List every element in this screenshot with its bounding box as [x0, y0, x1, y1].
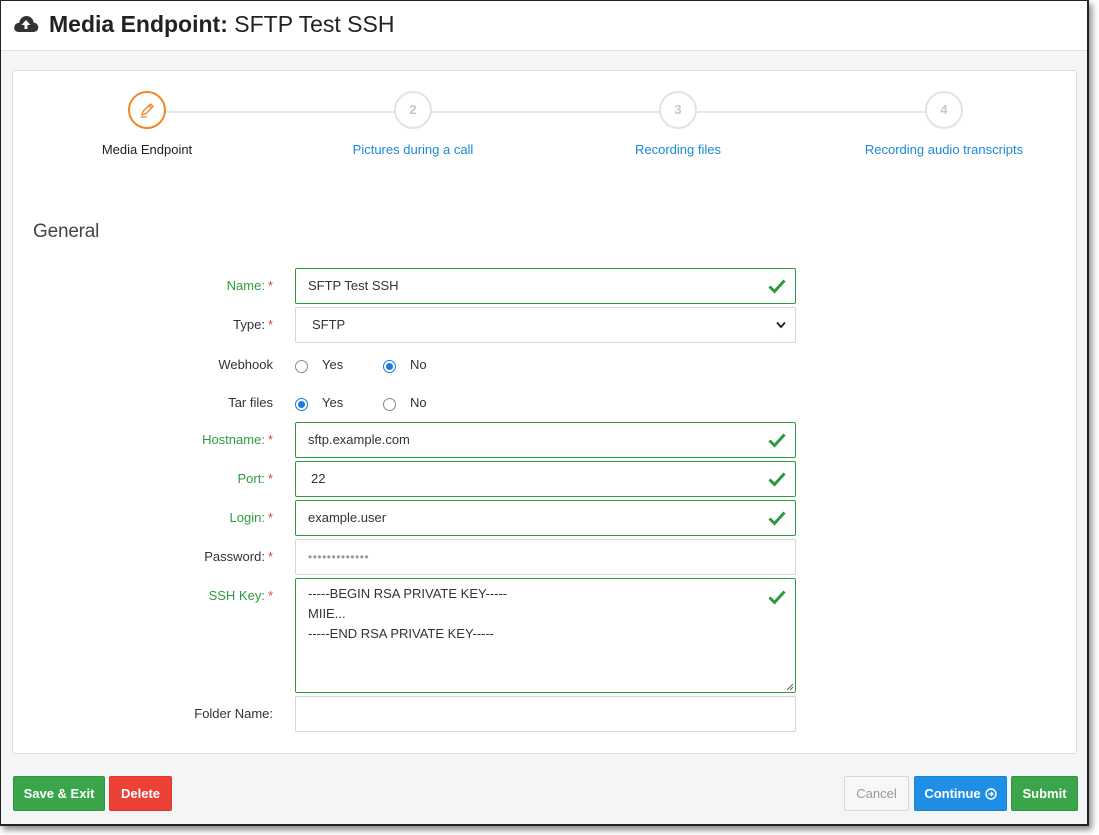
webhook-no-radio[interactable]	[383, 360, 396, 374]
step-number: 2	[394, 91, 432, 129]
wizard-card: Media Endpoint 2 Pictures during a call …	[12, 70, 1077, 754]
cloud-upload-icon	[14, 16, 39, 32]
step-media-endpoint[interactable]: Media Endpoint	[27, 91, 267, 157]
submit-button[interactable]: Submit	[1011, 776, 1078, 811]
webhook-no-label: No	[410, 357, 427, 372]
webhook-yes-label: Yes	[322, 357, 344, 372]
password-value: •••••••••••••	[308, 550, 370, 564]
webhook-label: Webhook	[218, 357, 273, 372]
page-title-prefix: Media Endpoint:	[49, 11, 228, 37]
resize-handle-icon[interactable]	[786, 683, 794, 691]
section-title: General	[33, 221, 100, 242]
check-icon	[768, 279, 786, 294]
folder-name-label: Folder Name:	[194, 706, 273, 721]
required-mark: *	[267, 549, 273, 564]
port-input[interactable]: 22	[295, 461, 796, 497]
type-label: Type: *	[233, 317, 273, 332]
step-number: 4	[925, 91, 963, 129]
check-icon	[768, 472, 786, 487]
continue-button[interactable]: Continue	[914, 776, 1007, 811]
page-title: Media Endpoint: SFTP Test SSH	[49, 11, 394, 38]
tar-files-yes-option[interactable]: Yes	[295, 395, 343, 412]
required-mark: *	[267, 278, 273, 293]
name-input[interactable]: SFTP Test SSH	[295, 268, 796, 304]
step-label[interactable]: Pictures during a call	[293, 142, 533, 157]
cancel-button[interactable]: Cancel	[844, 776, 909, 811]
check-icon	[768, 511, 786, 526]
required-mark: *	[267, 510, 273, 525]
password-input[interactable]: •••••••••••••	[295, 539, 796, 575]
step-label[interactable]: Recording audio transcripts	[824, 142, 1064, 157]
type-select[interactable]: SFTP	[295, 307, 796, 343]
webhook-no-option[interactable]: No	[383, 357, 427, 374]
ssh-key-label: SSH Key: *	[208, 588, 273, 603]
hostname-input[interactable]: sftp.example.com	[295, 422, 796, 458]
step-number: 3	[659, 91, 697, 129]
webhook-yes-option[interactable]: Yes	[295, 357, 343, 374]
page-title-name: SFTP Test SSH	[234, 11, 395, 37]
check-icon	[768, 590, 786, 605]
continue-label: Continue	[924, 786, 981, 801]
tar-files-label: Tar files	[228, 395, 273, 410]
required-mark: *	[267, 588, 273, 603]
app-window: Media Endpoint: SFTP Test SSH Media Endp…	[0, 0, 1089, 826]
step-recording-files[interactable]: 3 Recording files	[558, 91, 798, 157]
login-label: Login: *	[229, 510, 273, 525]
ssh-key-textarea[interactable]: -----BEGIN RSA PRIVATE KEY----- MIIE... …	[295, 578, 796, 693]
pencil-icon	[140, 103, 154, 118]
port-label: Port: *	[237, 471, 273, 486]
page-header: Media Endpoint: SFTP Test SSH	[1, 1, 1087, 51]
required-mark: *	[267, 432, 273, 447]
tar-files-yes-radio[interactable]	[295, 398, 308, 412]
step-recording-audio-transcripts[interactable]: 4 Recording audio transcripts	[824, 91, 1064, 157]
chevron-down-icon	[776, 321, 786, 329]
hostname-label: Hostname: *	[202, 432, 273, 447]
step-circle	[128, 91, 166, 129]
tar-files-no-option[interactable]: No	[383, 395, 427, 412]
required-mark: *	[267, 471, 273, 486]
login-input[interactable]: example.user	[295, 500, 796, 536]
required-mark: *	[267, 317, 273, 332]
check-icon	[768, 433, 786, 448]
tar-files-no-radio[interactable]	[383, 398, 396, 412]
webhook-yes-radio[interactable]	[295, 360, 308, 374]
save-exit-button[interactable]: Save & Exit	[13, 776, 105, 811]
password-label: Password: *	[204, 549, 273, 564]
folder-name-input[interactable]	[295, 696, 796, 732]
step-label[interactable]: Recording files	[558, 142, 798, 157]
name-label: Name: *	[226, 278, 273, 293]
tar-files-yes-label: Yes	[322, 395, 344, 410]
step-label: Media Endpoint	[101, 142, 193, 157]
delete-button[interactable]: Delete	[109, 776, 172, 811]
arrow-circle-right-icon	[984, 787, 997, 800]
tar-files-no-label: No	[410, 395, 427, 410]
step-pictures-during-call[interactable]: 2 Pictures during a call	[293, 91, 533, 157]
